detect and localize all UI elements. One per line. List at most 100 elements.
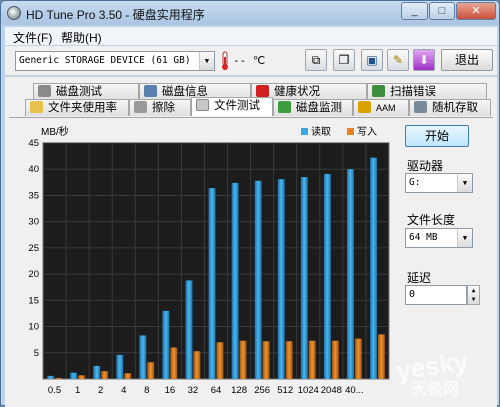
tab-label: 文件夹使用率 [48, 102, 117, 114]
x-tick-label: 0.5 [48, 385, 61, 396]
magnifier-icon [372, 85, 385, 97]
device-select-value: Generic STORAGE DEVICE (61 GB) [19, 55, 191, 66]
drive-label: 驱动器 [407, 159, 444, 173]
x-tick-label: 32 [188, 385, 199, 396]
y-tick-label: 30 [28, 217, 39, 228]
exit-button[interactable]: 退出 [441, 49, 493, 71]
device-select[interactable]: Generic STORAGE DEVICE (61 GB) ▼ [15, 51, 215, 71]
monitor-icon [278, 101, 291, 113]
x-tick-label: 4 [121, 385, 126, 396]
tab-random-access[interactable]: 随机存取 [409, 99, 491, 116]
write-bar [308, 340, 316, 379]
write-bar [78, 375, 86, 379]
tab-disk-test[interactable]: 磁盘测试 [33, 83, 139, 100]
y-tick-label: 25 [28, 243, 39, 254]
chevron-down-icon: ▼ [199, 52, 214, 70]
tab-label: 擦除 [152, 102, 175, 114]
file-length-value: 64 MB [409, 232, 438, 243]
read-bar [300, 177, 308, 379]
write-bar [262, 341, 270, 379]
tab-folder-usage[interactable]: 文件夹使用率 [25, 99, 129, 116]
tab-label: 磁盘监测 [296, 102, 342, 114]
copy-screen-icon: ❐ [338, 53, 350, 67]
speaker-icon [358, 101, 371, 113]
tab-file-test[interactable]: 文件测试 [191, 97, 273, 116]
write-bar [101, 371, 109, 379]
download-button[interactable]: ⬇ [413, 49, 435, 71]
tab-error-scan[interactable]: 扫描错误 [367, 83, 487, 100]
copy-screen-button[interactable]: ❐ [333, 49, 355, 71]
tab-label: 健康状况 [274, 86, 320, 98]
x-tick-label: 2048 [321, 385, 342, 396]
write-bar [377, 334, 385, 379]
read-bar [70, 372, 78, 379]
read-bar [208, 188, 216, 379]
watermark-logo-text: 天极网 [411, 381, 460, 398]
thermometer-icon [222, 51, 228, 70]
eraser-icon [134, 101, 147, 113]
legend-swatch [347, 128, 354, 135]
write-bar [331, 340, 339, 379]
minimize-button[interactable]: _ [401, 2, 428, 20]
write-bar [354, 338, 362, 379]
close-button[interactable]: ✕ [456, 2, 496, 20]
main-window: HD Tune Pro 3.50 - 硬盘实用程序 _ □ ✕ 文件(F) 帮助… [0, 0, 500, 407]
tab-label: 磁盘测试 [56, 86, 102, 98]
y-tick-label: 20 [28, 269, 39, 280]
menu-file[interactable]: 文件(F) [13, 29, 52, 46]
menu-bar: 文件(F) 帮助(H) [5, 27, 497, 45]
chevron-down-icon: ▼ [457, 229, 472, 247]
tab-aam[interactable]: AAM [353, 99, 409, 116]
y-tick-label: 10 [28, 322, 39, 333]
chevron-down-icon: ▼ [457, 174, 472, 192]
y-tick-label: 5 [34, 348, 39, 359]
x-tick-label: 512 [277, 385, 293, 396]
read-bar [277, 179, 285, 379]
write-bar [124, 373, 132, 379]
tab-label: 文件测试 [214, 100, 260, 112]
x-tick-label: 16 [165, 385, 176, 396]
x-tick-label: 256 [254, 385, 270, 396]
read-bar [162, 310, 170, 379]
write-bar [170, 347, 178, 379]
maximize-button[interactable]: □ [429, 2, 455, 20]
benchmark-chart: MB/秒 读取 写入 5 10 15 20 25 30 35 40 45 0.5 1 2 4 8 16 32 64 12… [13, 123, 393, 407]
y-axis-label: MB/秒 [41, 125, 69, 138]
write-bar [216, 342, 224, 379]
read-bar [346, 169, 354, 379]
start-button[interactable]: 开始 [405, 125, 469, 147]
save-icon: ▣ [366, 53, 378, 67]
legend-label: 写入 [357, 126, 377, 138]
info-icon [144, 85, 157, 97]
health-plus-icon [256, 85, 269, 97]
tab-label: 随机存取 [432, 102, 478, 114]
delay-label: 延迟 [407, 271, 432, 285]
delay-spinner[interactable]: 0 ▲ ▼ [405, 285, 480, 305]
title-bar: HD Tune Pro 3.50 - 硬盘实用程序 _ □ ✕ [1, 1, 499, 25]
tab-label: AAM [376, 103, 396, 113]
copy-button[interactable]: ⧉ [305, 49, 327, 71]
x-tick-label: 1024 [298, 385, 319, 396]
legend-swatch [301, 128, 308, 135]
menu-help[interactable]: 帮助(H) [61, 29, 102, 46]
read-bar [231, 182, 239, 379]
read-bar [254, 180, 262, 379]
x-tick-label: 40... [345, 385, 364, 396]
temperature-readout: -- ℃ [233, 54, 266, 67]
download-icon: ⬇ [418, 53, 430, 67]
legend-label: 读取 [311, 125, 331, 138]
options-button[interactable]: ✎ [387, 49, 409, 71]
save-button[interactable]: ▣ [361, 49, 383, 71]
spinner-arrows-icon[interactable]: ▲ ▼ [467, 285, 480, 305]
y-tick-label: 35 [28, 190, 39, 201]
app-icon [7, 6, 21, 20]
tab-disk-monitor[interactable]: 磁盘监测 [273, 99, 353, 116]
y-tick-label: 45 [28, 138, 39, 149]
y-tick-label: 15 [28, 295, 39, 306]
file-length-select[interactable]: 64 MB ▼ [405, 228, 473, 248]
tab-erase[interactable]: 擦除 [129, 99, 191, 116]
options-icon: ✎ [392, 53, 404, 67]
x-tick-label: 8 [144, 385, 149, 396]
drive-select[interactable]: G: ▼ [405, 173, 473, 193]
read-bar [93, 365, 101, 379]
